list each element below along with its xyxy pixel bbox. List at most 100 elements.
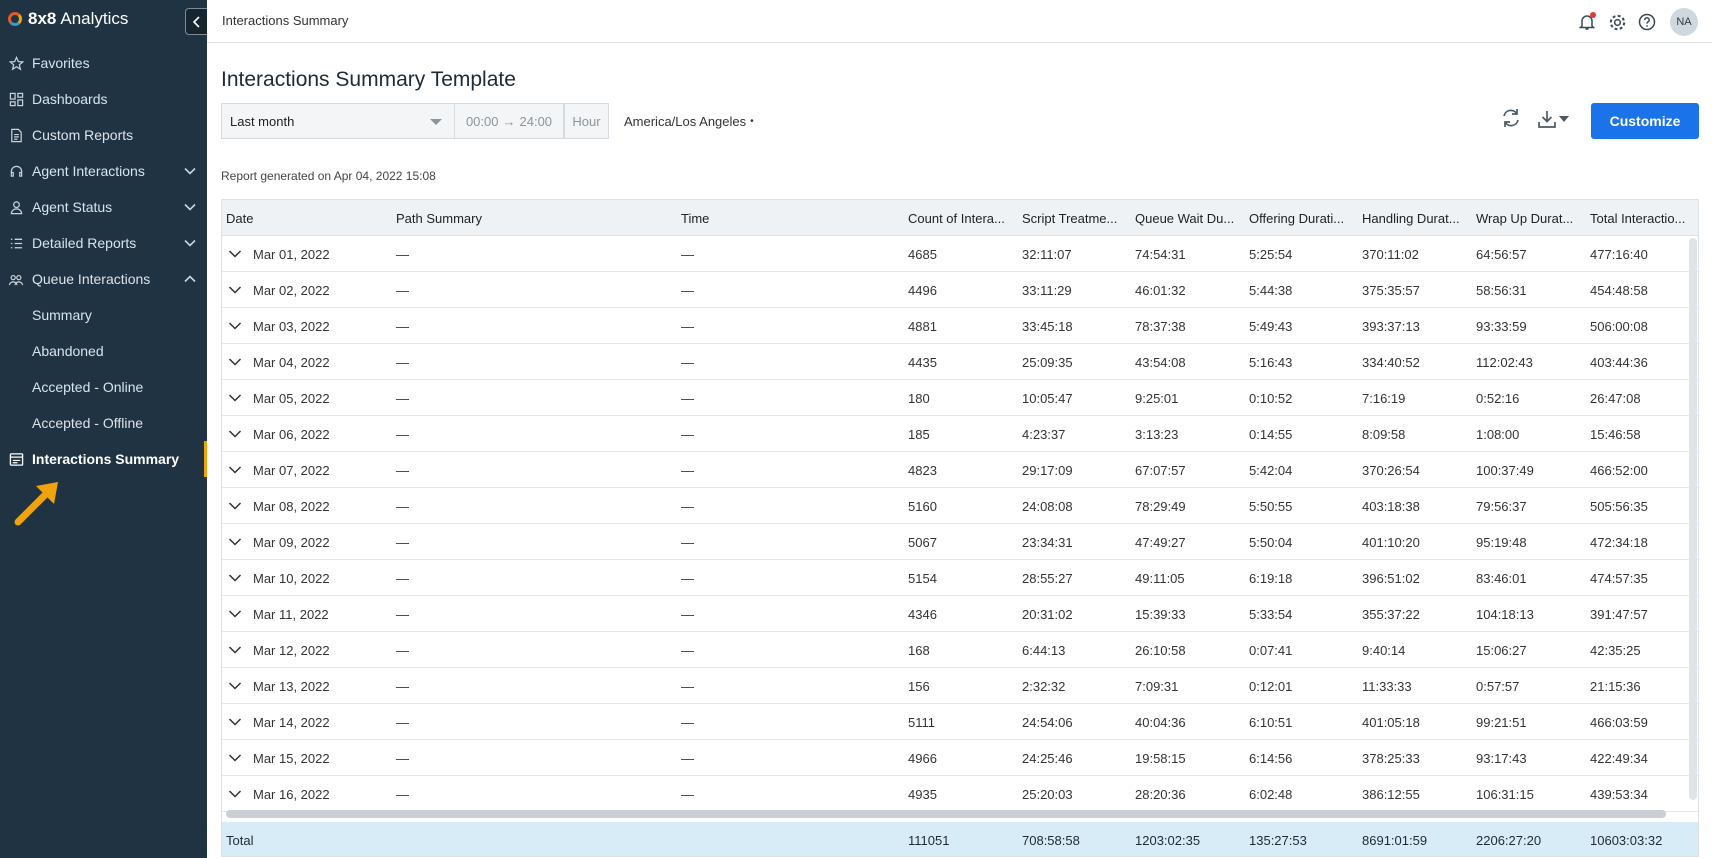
total-cell: 10603:03:32 xyxy=(1590,833,1663,848)
table-row[interactable]: Mar 05, 2022 — — 180 10:05:47 9:25:01 0:10:52 7… xyxy=(222,380,1698,416)
table-cell: 386:12:55 xyxy=(1362,787,1420,802)
column-header[interactable]: Offering Durati... xyxy=(1249,211,1357,226)
total-row: Total 111051 708:58:58 1203:02:35 135:27:53 8… xyxy=(222,822,1698,856)
table-cell: 4685 xyxy=(908,247,937,262)
sidebar-item-interactions-summary[interactable]: Interactions Summary xyxy=(0,441,207,477)
table-row[interactable]: Mar 14, 2022 — — 5111 24:54:06 40:04:36 6:10:5… xyxy=(222,704,1698,740)
sidebar-item-label: Detailed Reports xyxy=(32,235,137,251)
expand-row-chevron-icon[interactable] xyxy=(228,787,242,801)
column-header[interactable]: Handling Durat... xyxy=(1362,211,1470,226)
horizontal-scrollbar[interactable] xyxy=(226,810,1666,818)
expand-row-chevron-icon[interactable] xyxy=(228,391,242,405)
table-cell: 4496 xyxy=(908,283,937,298)
column-header[interactable]: Date xyxy=(226,211,386,226)
report-table: Date Path Summary Time Count of Intera... Sc… xyxy=(221,199,1699,857)
table-row[interactable]: Mar 10, 2022 — — 5154 28:55:27 49:11:05 6:19:1… xyxy=(222,560,1698,596)
chevron-down-icon[interactable] xyxy=(183,164,197,178)
download-button[interactable] xyxy=(1536,107,1574,131)
table-row[interactable]: Mar 16, 2022 — — 4935 25:20:03 28:20:36 6:02:4… xyxy=(222,776,1698,812)
column-header[interactable]: Wrap Up Durat... xyxy=(1476,211,1584,226)
expand-row-chevron-icon[interactable] xyxy=(228,283,242,297)
table-cell: — xyxy=(681,787,694,802)
table-cell: 100:37:49 xyxy=(1476,463,1534,478)
table-cell: 40:04:36 xyxy=(1135,715,1186,730)
chevron-down-icon[interactable] xyxy=(183,200,197,214)
column-header[interactable]: Path Summary xyxy=(396,211,666,226)
expand-row-chevron-icon[interactable] xyxy=(228,535,242,549)
expand-row-chevron-icon[interactable] xyxy=(228,679,242,693)
sidebar-item-label: Agent Status xyxy=(32,199,113,215)
sidebar-subitem-accepted-online[interactable]: Accepted - Online xyxy=(0,369,207,405)
sidebar-subitem-abandoned[interactable]: Abandoned xyxy=(0,333,207,369)
expand-row-chevron-icon[interactable] xyxy=(228,319,242,333)
expand-row-chevron-icon[interactable] xyxy=(228,247,242,261)
table-row[interactable]: Mar 04, 2022 — — 4435 25:09:35 43:54:08 5:16:4… xyxy=(222,344,1698,380)
table-cell: 33:11:29 xyxy=(1022,283,1072,298)
expand-row-chevron-icon[interactable] xyxy=(228,355,242,369)
table-row[interactable]: Mar 08, 2022 — — 5160 24:08:08 78:29:49 5:50:5… xyxy=(222,488,1698,524)
settings-button[interactable] xyxy=(1606,11,1628,33)
table-cell: 15:46:58 xyxy=(1590,427,1641,442)
table-cell: 49:11:05 xyxy=(1135,571,1185,586)
chevron-down-icon[interactable] xyxy=(183,236,197,250)
table-row[interactable]: Mar 07, 2022 — — 4823 29:17:09 67:07:57 5:42:0… xyxy=(222,452,1698,488)
table-row[interactable]: Mar 13, 2022 — — 156 2:32:32 7:09:31 0:12:01 11… xyxy=(222,668,1698,704)
timezone-select[interactable]: America/Los Angeles • xyxy=(624,103,754,139)
sidebar-item-agent-status[interactable]: Agent Status xyxy=(0,189,207,225)
table-cell: — xyxy=(681,247,694,262)
table-row[interactable]: Mar 02, 2022 — — 4496 33:11:29 46:01:32 5:44:3… xyxy=(222,272,1698,308)
expand-row-chevron-icon[interactable] xyxy=(228,607,242,621)
expand-row-chevron-icon[interactable] xyxy=(228,499,242,513)
download-icon xyxy=(1538,111,1556,128)
sidebar-item-favorites[interactable]: Favorites xyxy=(0,45,207,81)
expand-row-chevron-icon[interactable] xyxy=(228,463,242,477)
table-row[interactable]: Mar 03, 2022 — — 4881 33:45:18 78:37:38 5:49:4… xyxy=(222,308,1698,344)
notifications-button[interactable] xyxy=(1576,11,1598,33)
table-row[interactable]: Mar 12, 2022 — — 168 6:44:13 26:10:58 0:07:41 9… xyxy=(222,632,1698,668)
sidebar-item-custom-reports[interactable]: Custom Reports xyxy=(0,117,207,153)
sidebar-item-detailed-reports[interactable]: Detailed Reports xyxy=(0,225,207,261)
expand-row-chevron-icon[interactable] xyxy=(228,751,242,765)
table-cell: 6:02:48 xyxy=(1249,787,1293,802)
column-header[interactable]: Count of Intera... xyxy=(908,211,1016,226)
collapse-sidebar-button[interactable] xyxy=(185,8,207,35)
customize-button[interactable]: Customize xyxy=(1591,103,1699,139)
column-header[interactable]: Total Interactio... xyxy=(1590,211,1696,226)
sidebar-subitem-summary[interactable]: Summary xyxy=(0,297,207,333)
refresh-button[interactable] xyxy=(1500,107,1524,131)
table-row[interactable]: Mar 11, 2022 — — 4346 20:31:02 15:39:33 5:33:5… xyxy=(222,596,1698,632)
table-row[interactable]: Mar 06, 2022 — — 185 4:23:37 3:13:23 0:14:55 8:… xyxy=(222,416,1698,452)
avatar[interactable]: NA xyxy=(1670,8,1698,36)
table-cell: — xyxy=(681,427,694,442)
brand-logo[interactable]: 8x8 Analytics xyxy=(8,7,128,31)
time-range-field[interactable]: 00:00 → 24:00 xyxy=(455,103,564,139)
table-cell: 466:03:59 xyxy=(1590,715,1648,730)
column-header[interactable]: Time xyxy=(681,211,901,226)
table-cell: — xyxy=(681,643,694,658)
period-select[interactable]: Last month xyxy=(221,103,455,139)
table-cell: 355:37:22 xyxy=(1362,607,1420,622)
column-header[interactable]: Queue Wait Du... xyxy=(1135,211,1243,226)
table-cell: 46:01:32 xyxy=(1135,283,1186,298)
table-row[interactable]: Mar 15, 2022 — — 4966 24:25:46 19:58:15 6:14:5… xyxy=(222,740,1698,776)
sidebar-subitem-accepted-offline[interactable]: Accepted - Offline xyxy=(0,405,207,441)
expand-row-chevron-icon[interactable] xyxy=(228,427,242,441)
expand-row-chevron-icon[interactable] xyxy=(228,715,242,729)
table-cell: — xyxy=(681,535,694,550)
table-cell: 106:31:15 xyxy=(1476,787,1534,802)
table-row[interactable]: Mar 01, 2022 — — 4685 32:11:07 74:54:31 5:25:5… xyxy=(222,236,1698,272)
expand-row-chevron-icon[interactable] xyxy=(228,643,242,657)
table-cell: 472:34:18 xyxy=(1590,535,1648,550)
sidebar-item-dashboards[interactable]: Dashboards xyxy=(0,81,207,117)
sidebar-item-agent-interactions[interactable]: Agent Interactions xyxy=(0,153,207,189)
table-cell: 6:19:18 xyxy=(1249,571,1293,586)
sidebar-item-queue-interactions[interactable]: Queue Interactions xyxy=(0,261,207,297)
table-cell: 11:33:33 xyxy=(1362,679,1412,694)
expand-row-chevron-icon[interactable] xyxy=(228,571,242,585)
vertical-scrollbar[interactable] xyxy=(1689,238,1697,800)
chevron-up-icon[interactable] xyxy=(183,272,197,286)
column-header[interactable]: Script Treatme... xyxy=(1022,211,1130,226)
granularity-select[interactable]: Hour xyxy=(564,103,609,139)
table-row[interactable]: Mar 09, 2022 — — 5067 23:34:31 47:49:27 5:50:0… xyxy=(222,524,1698,560)
help-button[interactable] xyxy=(1636,11,1658,33)
